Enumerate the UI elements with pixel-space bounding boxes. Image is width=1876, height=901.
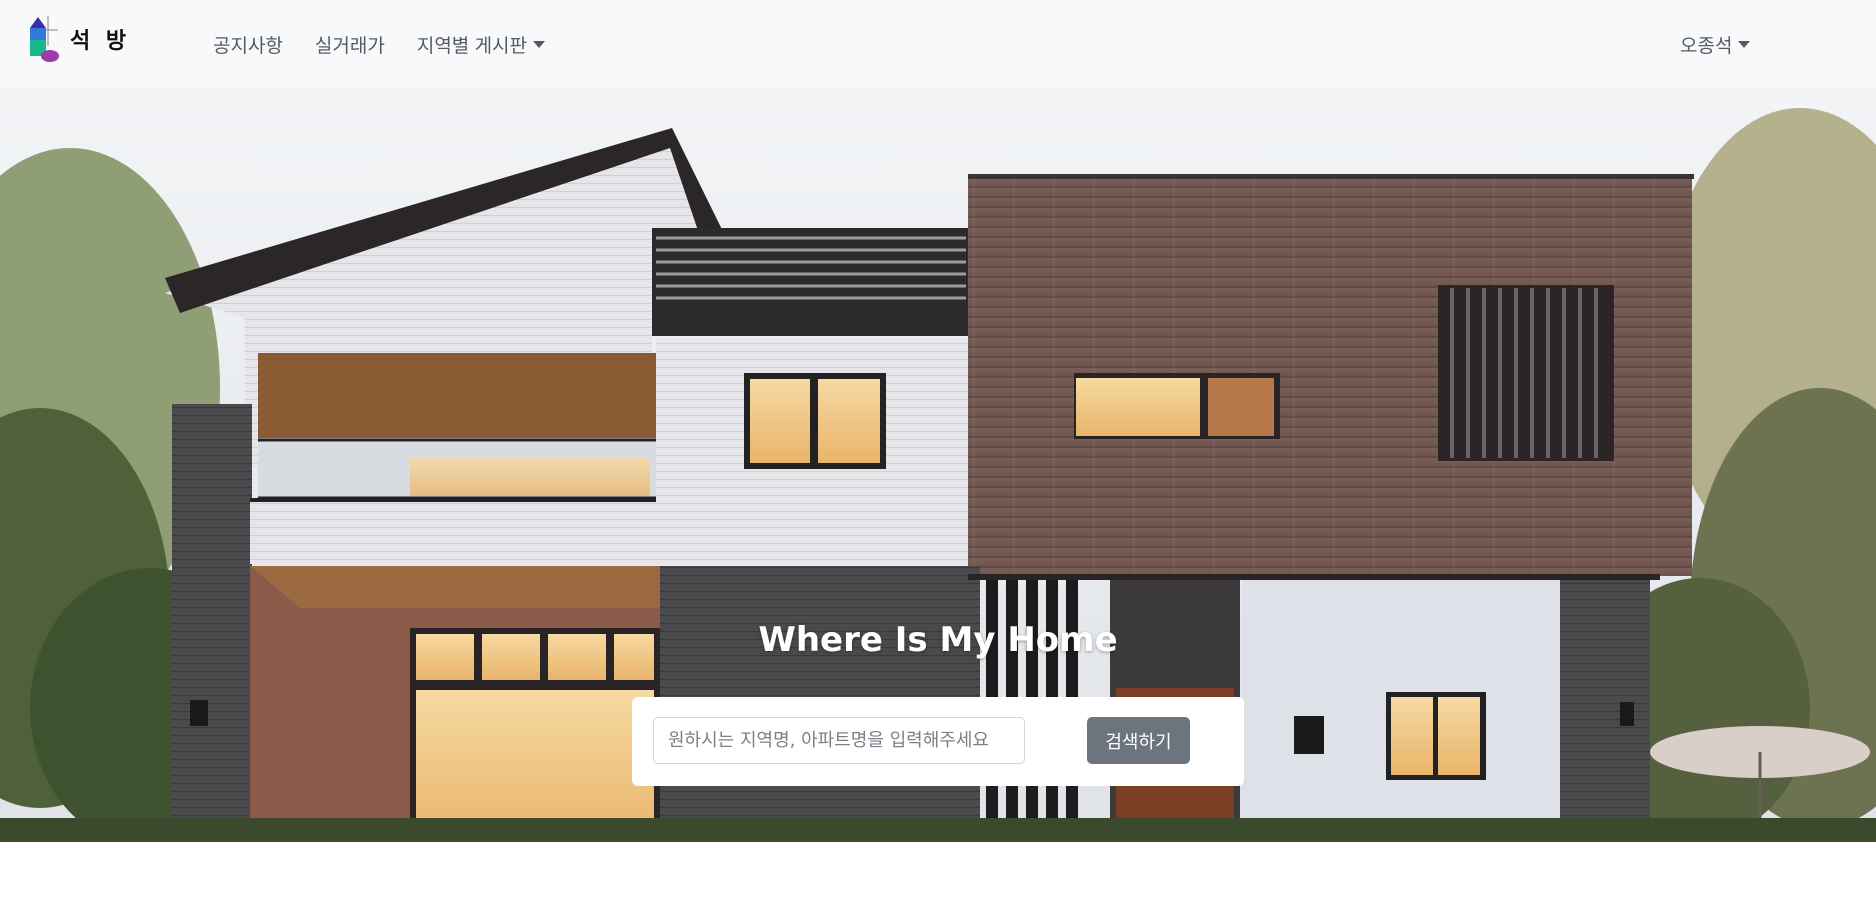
user-menu-dropdown[interactable]: 오종석	[1680, 0, 1751, 88]
nav-dropdown-region-board[interactable]: 지역별 게시판	[416, 31, 546, 58]
search-panel: 검색하기	[632, 697, 1244, 786]
hero-section: Where Is My Home 검색하기	[0, 88, 1876, 842]
nav-links: 공지사항 실거래가 지역별 게시판	[213, 0, 577, 88]
caret-down-icon	[533, 40, 546, 48]
search-input[interactable]	[653, 717, 1025, 764]
nav-link-notice[interactable]: 공지사항	[213, 31, 283, 58]
user-name: 오종석	[1680, 35, 1733, 57]
nav-dropdown-region-board-label: 지역별 게시판	[416, 35, 528, 57]
house-blocks-logo-icon	[30, 16, 59, 62]
search-button[interactable]: 검색하기	[1087, 717, 1190, 764]
caret-down-icon	[1738, 40, 1751, 48]
navbar: 석 방 공지사항 실거래가 지역별 게시판 오종석	[0, 0, 1876, 88]
brand[interactable]: 석 방	[28, 16, 130, 62]
nav-link-real-price[interactable]: 실거래가	[315, 31, 385, 58]
brand-name: 석 방	[70, 29, 131, 54]
hero-title: Where Is My Home	[758, 620, 1118, 660]
